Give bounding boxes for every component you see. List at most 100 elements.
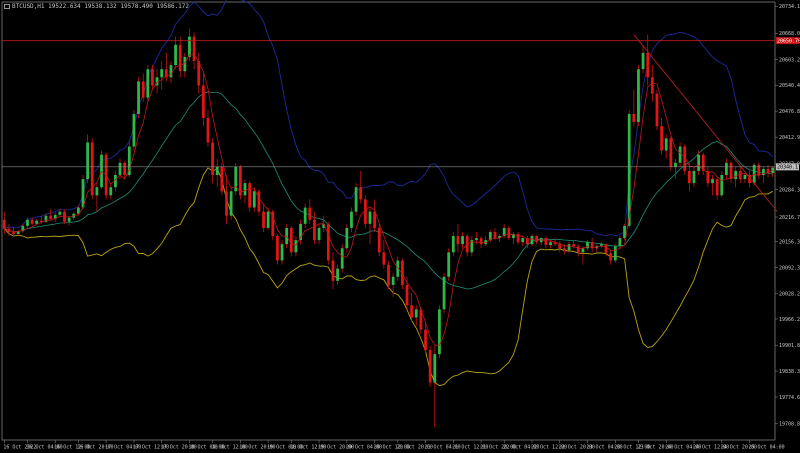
candle-body[interactable] — [326, 223, 330, 261]
candle-body[interactable] — [479, 238, 483, 245]
candle-body[interactable] — [613, 246, 617, 261]
candle-body[interactable] — [58, 211, 62, 215]
candle-body[interactable] — [331, 260, 335, 281]
candle-body[interactable] — [160, 69, 164, 78]
candle-body[interactable] — [248, 183, 252, 208]
candle-body[interactable] — [289, 227, 293, 253]
candle-body[interactable] — [697, 154, 701, 171]
candle-body[interactable] — [609, 253, 613, 261]
candle-body[interactable] — [424, 329, 427, 351]
candle-body[interactable] — [576, 246, 580, 253]
candle-body[interactable] — [734, 170, 738, 180]
candle-body[interactable] — [674, 162, 677, 167]
candle-body[interactable] — [340, 248, 344, 269]
candle-body[interactable] — [391, 276, 395, 285]
candle-body[interactable] — [354, 187, 358, 212]
candle-body[interactable] — [752, 164, 756, 184]
candle-body[interactable] — [521, 238, 525, 243]
candle-body[interactable] — [641, 52, 645, 70]
candle-body[interactable] — [308, 207, 312, 220]
candle-body[interactable] — [276, 236, 279, 261]
candle-body[interactable] — [655, 93, 659, 127]
candle-body[interactable] — [141, 81, 145, 98]
candle-body[interactable] — [109, 187, 113, 196]
candle-body[interactable] — [387, 264, 390, 285]
candle-body[interactable] — [535, 236, 539, 243]
candle-body[interactable] — [428, 350, 432, 383]
candle-body[interactable] — [118, 162, 122, 175]
candle-body[interactable] — [451, 236, 455, 253]
candle-body[interactable] — [558, 244, 562, 249]
candle-body[interactable] — [137, 81, 140, 114]
candle-body[interactable] — [12, 231, 15, 235]
candle-body[interactable] — [350, 211, 353, 228]
candle-body[interactable] — [738, 170, 742, 180]
candle-body[interactable] — [646, 52, 650, 78]
candle-body[interactable] — [669, 138, 673, 167]
candle-body[interactable] — [2, 219, 6, 229]
candle-body[interactable] — [604, 244, 608, 254]
candle-body[interactable] — [363, 199, 367, 224]
candle-body[interactable] — [151, 69, 154, 86]
trendline[interactable] — [633, 34, 778, 212]
candle-body[interactable] — [100, 154, 103, 188]
candle-body[interactable] — [368, 211, 372, 224]
candle-body[interactable] — [174, 44, 177, 66]
candle-body[interactable] — [530, 236, 534, 245]
candle-body[interactable] — [86, 142, 90, 180]
candle-body[interactable] — [664, 138, 668, 151]
candle-body[interactable] — [637, 69, 640, 123]
candle-body[interactable] — [757, 164, 761, 176]
candle-body[interactable] — [632, 113, 636, 123]
candle-body[interactable] — [711, 179, 714, 184]
candle-body[interactable] — [67, 217, 71, 222]
candle-body[interactable] — [303, 207, 307, 224]
candle-body[interactable] — [623, 225, 626, 239]
candle-body[interactable] — [220, 166, 224, 192]
candle-body[interactable] — [313, 219, 316, 241]
candle-body[interactable] — [257, 191, 261, 212]
candle-body[interactable] — [687, 170, 691, 184]
candle-body[interactable] — [35, 220, 39, 224]
candle-body[interactable] — [660, 126, 663, 151]
candle-body[interactable] — [563, 248, 566, 251]
candle-body[interactable] — [49, 215, 52, 219]
candle-body[interactable] — [567, 244, 571, 251]
candle-body[interactable] — [188, 36, 191, 57]
candle-body[interactable] — [549, 242, 552, 246]
candle-body[interactable] — [262, 211, 265, 228]
candle-body[interactable] — [243, 183, 247, 196]
candle-body[interactable] — [183, 56, 187, 72]
candle-body[interactable] — [382, 252, 386, 265]
candle-body[interactable] — [377, 227, 381, 253]
candle-body[interactable] — [410, 305, 414, 318]
candle-body[interactable] — [132, 113, 136, 147]
candle-body[interactable] — [345, 227, 349, 249]
candle-body[interactable] — [201, 85, 205, 119]
candle-body[interactable] — [438, 309, 441, 355]
candle-body[interactable] — [456, 236, 460, 245]
candle-body[interactable] — [442, 276, 446, 310]
candle-body[interactable] — [461, 236, 464, 245]
candle-body[interactable] — [146, 69, 150, 98]
candle-body[interactable] — [405, 284, 409, 306]
candle-body[interactable] — [692, 170, 696, 184]
candle-body[interactable] — [650, 77, 654, 94]
candle-body[interactable] — [30, 219, 34, 224]
candle-body[interactable] — [720, 175, 724, 196]
candle-body[interactable] — [336, 268, 339, 281]
candle-body[interactable] — [178, 44, 182, 72]
candle-body[interactable] — [266, 211, 270, 228]
candle-body[interactable] — [414, 309, 418, 318]
candle-body[interactable] — [280, 244, 284, 261]
candle-body[interactable] — [743, 175, 747, 180]
candle-body[interactable] — [123, 162, 127, 175]
chart-window[interactable]: BTCUSD,H1 19522.634 19538.132 19578.490 … — [0, 0, 800, 453]
candle-body[interactable] — [252, 191, 256, 208]
candle-body[interactable] — [169, 65, 173, 78]
candle-body[interactable] — [206, 118, 210, 143]
candle-body[interactable] — [475, 238, 478, 241]
candle-body[interactable] — [493, 231, 497, 239]
candle-body[interactable] — [729, 162, 733, 180]
candle-body[interactable] — [544, 238, 548, 246]
